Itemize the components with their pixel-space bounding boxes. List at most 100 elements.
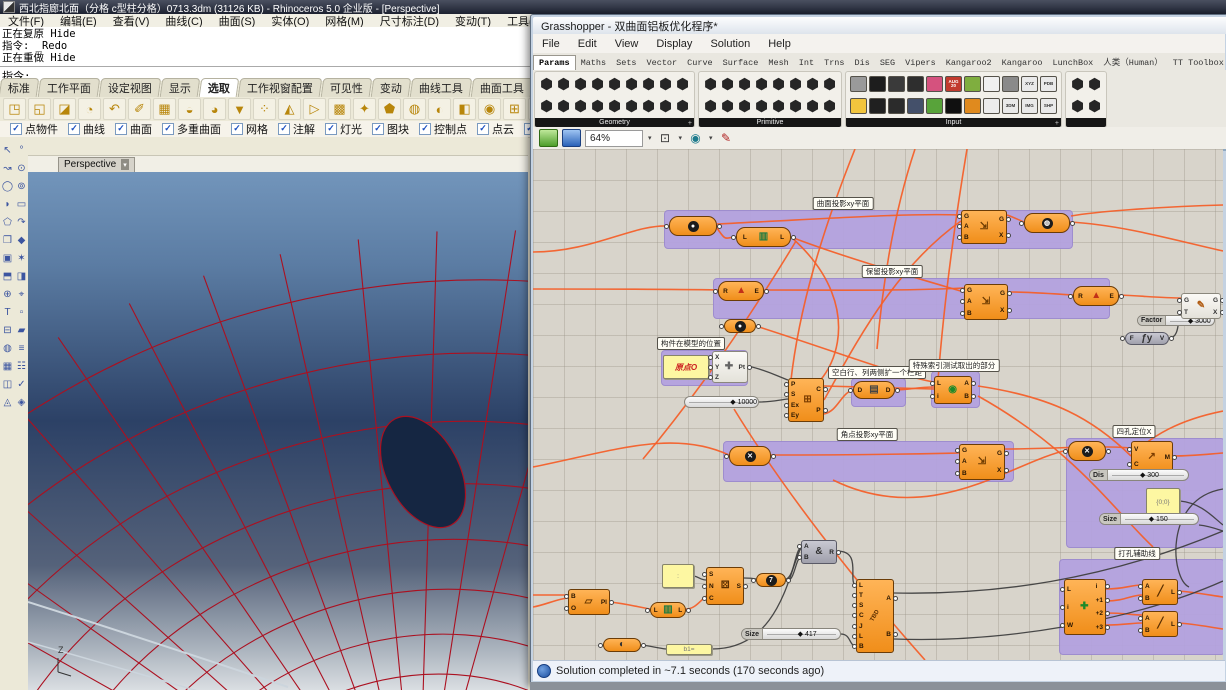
param-icon-SHP[interactable]: SHP: [1040, 98, 1057, 114]
gh-slider[interactable]: ◆ 10000: [684, 396, 759, 408]
component-hex-icon[interactable]: ⬢: [736, 77, 753, 92]
rhino-tool-icon-19[interactable]: ◉: [478, 98, 501, 120]
rhino-tool-icon-16[interactable]: ◍: [403, 98, 426, 120]
rhino-side-tool-16[interactable]: ⊕: [1, 286, 14, 302]
gh-node-project[interactable]: GAB⇲GX: [959, 444, 1005, 480]
chevron-down-icon[interactable]: ▾: [679, 134, 683, 142]
input-port[interactable]: Ey: [791, 412, 799, 419]
gh-panel[interactable]: b1=: [666, 644, 712, 655]
preview-eye-icon[interactable]: ◉: [687, 130, 704, 146]
component-hex-icon[interactable]: ⬢: [589, 99, 606, 114]
component-hex-icon[interactable]: ⬢: [753, 77, 770, 92]
gh-menu-solution[interactable]: Solution: [701, 38, 759, 50]
component-hex-icon[interactable]: ⬢: [770, 77, 787, 92]
param-icon[interactable]: [907, 98, 924, 114]
slider-track[interactable]: ◆ 10000: [685, 397, 758, 407]
rhino-tab-曲线工具[interactable]: 曲线工具: [410, 78, 473, 97]
gh-tab-Sets[interactable]: Sets: [611, 56, 641, 70]
rhino-side-tool-28[interactable]: ◬: [1, 394, 14, 410]
component-hex-icon[interactable]: ⬢: [640, 77, 657, 92]
checkbox-checked-icon[interactable]: ✓: [162, 123, 174, 135]
param-icon[interactable]: [926, 76, 943, 92]
rhino-tool-icon-1[interactable]: ◱: [28, 98, 51, 120]
component-hex-icon[interactable]: ⬢: [719, 99, 736, 114]
gh-menu-view[interactable]: View: [606, 38, 648, 50]
rhino-side-tool-24[interactable]: ▦: [1, 358, 14, 374]
rhino-side-tool-8[interactable]: ⬠: [1, 214, 14, 230]
component-hex-icon[interactable]: ⬢: [736, 99, 753, 114]
slider-track[interactable]: ◆ 417: [763, 629, 840, 639]
param-icon-PDB[interactable]: PDB: [1040, 76, 1057, 92]
slider-grip[interactable]: ◆ 150: [1149, 514, 1168, 524]
input-port[interactable]: T: [1184, 309, 1189, 316]
output-port[interactable]: X: [997, 467, 1002, 474]
output-port[interactable]: P: [816, 407, 821, 414]
gh-tab-Vipers[interactable]: Vipers: [900, 56, 941, 70]
output-port[interactable]: C: [816, 386, 821, 393]
rhino-side-tool-20[interactable]: ⊟: [1, 322, 14, 338]
output-port[interactable]: B: [886, 631, 891, 638]
gh-menu-help[interactable]: Help: [759, 38, 800, 50]
gh-node-project[interactable]: GAB⇲GX: [961, 210, 1007, 244]
filter-点物件[interactable]: ✓点物件: [10, 121, 58, 137]
ribbon-expand-icon[interactable]: +: [688, 120, 692, 127]
input-port[interactable]: W: [1067, 622, 1073, 629]
rhino-side-tool-18[interactable]: T: [1, 304, 14, 320]
component-hex-icon[interactable]: ⬢: [702, 99, 719, 114]
rhino-side-tool-6[interactable]: ◗: [1, 196, 14, 212]
input-port[interactable]: i: [937, 393, 941, 400]
rhino-side-tool-13[interactable]: ✶: [15, 250, 28, 266]
checkbox-checked-icon[interactable]: ✓: [419, 123, 431, 135]
param-icon[interactable]: [869, 98, 886, 114]
input-port[interactable]: L: [937, 380, 941, 387]
input-port[interactable]: L: [1067, 586, 1073, 593]
input-port[interactable]: J: [859, 623, 864, 630]
rhino-tab-变动[interactable]: 变动: [371, 78, 412, 97]
rhino-side-tool-26[interactable]: ◫: [1, 376, 14, 392]
rhino-side-tool-4[interactable]: ◯: [1, 178, 14, 194]
component-hex-icon[interactable]: ⬢: [719, 77, 736, 92]
rhino-tool-icon-7[interactable]: ◒: [178, 98, 201, 120]
sketch-pen-icon[interactable]: ✎: [718, 130, 735, 146]
component-hex-icon[interactable]: ⬢: [674, 77, 691, 92]
param-icon[interactable]: [983, 98, 1000, 114]
checkbox-checked-icon[interactable]: ✓: [325, 123, 337, 135]
checkbox-checked-icon[interactable]: ✓: [10, 123, 22, 135]
output-port[interactable]: Pl: [601, 599, 607, 606]
gh-node-line[interactable]: AB╱L: [1142, 579, 1178, 605]
checkbox-checked-icon[interactable]: ✓: [372, 123, 384, 135]
output-port[interactable]: L: [1171, 621, 1175, 628]
gh-node-xyz[interactable]: XYZ✚Pt: [712, 351, 748, 383]
slider-grip[interactable]: ◆ 300: [1140, 470, 1159, 480]
gh-node-cross[interactable]: LiW✚i+1+2+3: [1064, 579, 1106, 635]
output-port[interactable]: A: [964, 380, 969, 387]
filter-灯光[interactable]: ✓灯光: [325, 121, 362, 137]
gh-node-dice[interactable]: SNC⚄S: [706, 567, 744, 605]
rhino-tool-icon-10[interactable]: ⁘: [253, 98, 276, 120]
gh-node-traffic[interactable]: Li◉AB: [934, 376, 972, 404]
checkbox-checked-icon[interactable]: ✓: [231, 123, 243, 135]
chevron-down-icon[interactable]: ▾: [709, 134, 713, 142]
gh-capsule-x-dark[interactable]: ✕: [1068, 441, 1106, 461]
output-port[interactable]: G: [1000, 290, 1005, 297]
rhino-tool-icon-14[interactable]: ✦: [353, 98, 376, 120]
param-icon[interactable]: [983, 76, 1000, 92]
grasshopper-titlebar[interactable]: Grasshopper - 双曲面铝板优化程序*: [533, 17, 1226, 34]
component-hex-icon[interactable]: ⬢: [787, 99, 804, 114]
component-hex-icon[interactable]: ⬢: [555, 77, 572, 92]
rhino-tool-icon-8[interactable]: ◕: [203, 98, 226, 120]
gh-capsule-gauge[interactable]: L▥L: [650, 602, 686, 618]
rhino-side-tool-23[interactable]: ≡: [15, 340, 28, 356]
component-hex-icon[interactable]: ⬢: [657, 77, 674, 92]
component-hex-icon[interactable]: ⬢: [606, 99, 623, 114]
input-port[interactable]: C: [709, 595, 714, 602]
open-file-icon[interactable]: [539, 129, 558, 147]
component-hex-icon[interactable]: ⬢: [623, 99, 640, 114]
gh-tab-人类（Human）[interactable]: 人类（Human）: [1098, 54, 1168, 70]
rhino-side-tool-1[interactable]: °: [15, 142, 28, 158]
output-port[interactable]: R: [829, 549, 834, 556]
save-file-icon[interactable]: [562, 129, 581, 147]
input-port[interactable]: B: [964, 234, 969, 241]
input-port[interactable]: C: [859, 612, 864, 619]
gh-tab-Mesh[interactable]: Mesh: [763, 56, 793, 70]
